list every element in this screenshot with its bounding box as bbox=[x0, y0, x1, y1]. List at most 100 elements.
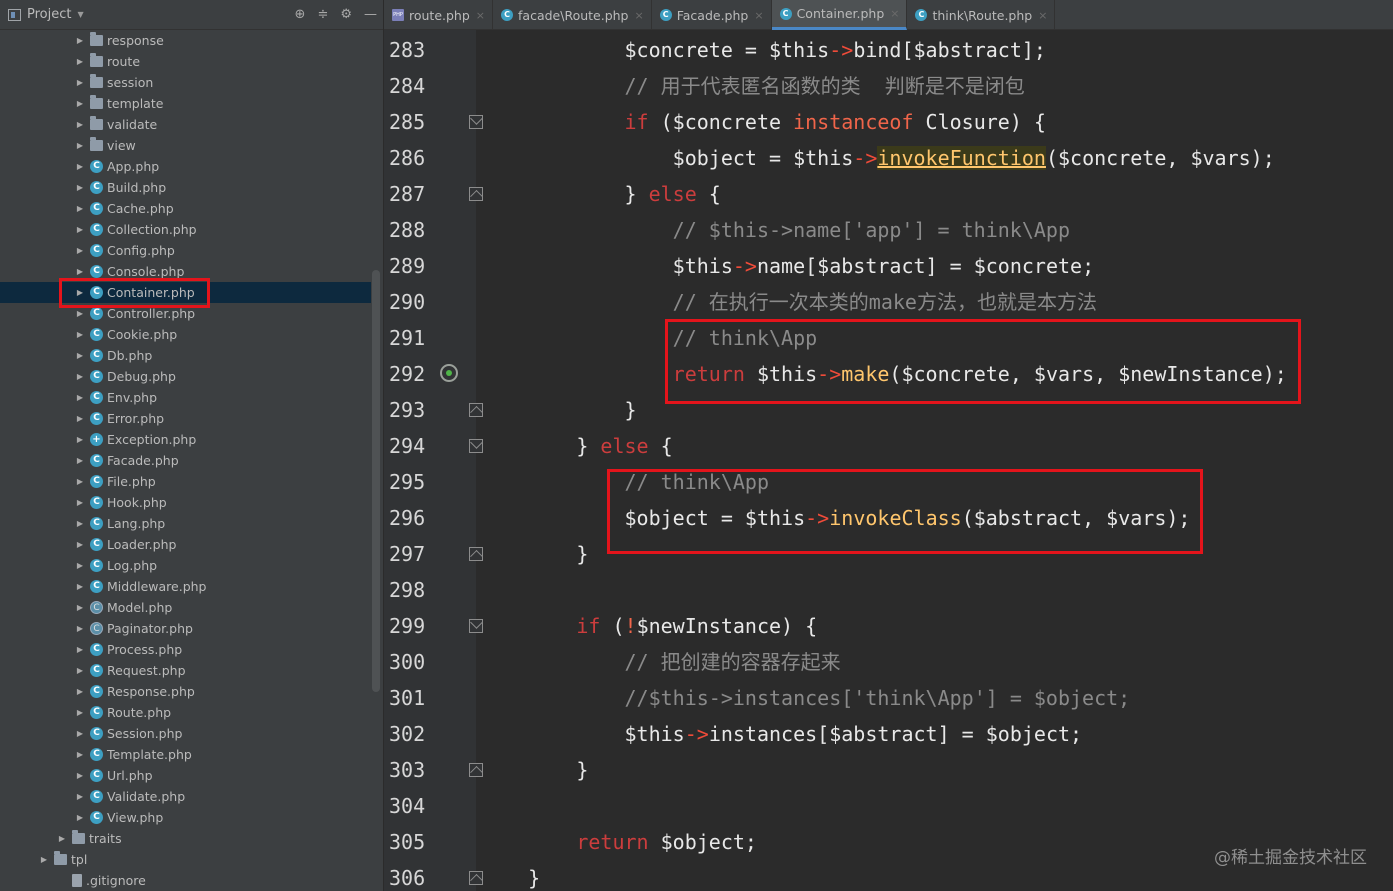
tree-item[interactable]: ▶ C Process.php bbox=[0, 639, 371, 660]
hide-panel-icon[interactable]: — bbox=[364, 7, 377, 22]
tree-item[interactable]: ▶ C Cookie.php bbox=[0, 324, 371, 345]
tree-item[interactable]: ▶ C Middleware.php bbox=[0, 576, 371, 597]
tree-item[interactable]: ▶ C Model.php bbox=[0, 597, 371, 618]
tree-item[interactable]: ▶ C Template.php bbox=[0, 744, 371, 765]
expand-arrow-icon[interactable]: ▶ bbox=[74, 687, 86, 696]
close-icon[interactable]: × bbox=[890, 7, 899, 20]
expand-arrow-icon[interactable]: ▶ bbox=[74, 372, 86, 381]
project-panel-header[interactable]: Project ▼ ⊕ ≑ ⚙ — bbox=[0, 0, 383, 30]
close-icon[interactable]: × bbox=[1038, 9, 1047, 22]
expand-arrow-icon[interactable]: ▶ bbox=[74, 603, 86, 612]
expand-arrow-icon[interactable]: ▶ bbox=[74, 36, 86, 45]
tree-item[interactable]: ▶ traits bbox=[0, 828, 371, 849]
expand-arrow-icon[interactable]: ▶ bbox=[74, 540, 86, 549]
expand-arrow-icon[interactable]: ▶ bbox=[74, 309, 86, 318]
expand-arrow-icon[interactable]: ▶ bbox=[74, 78, 86, 87]
expand-arrow-icon[interactable]: ▶ bbox=[74, 729, 86, 738]
expand-arrow-icon[interactable]: ▶ bbox=[74, 162, 86, 171]
expand-arrow-icon[interactable]: ▶ bbox=[74, 561, 86, 570]
expand-arrow-icon[interactable]: ▶ bbox=[74, 624, 86, 633]
expand-arrow-icon[interactable]: ▶ bbox=[74, 225, 86, 234]
expand-arrow-icon[interactable]: ▶ bbox=[74, 120, 86, 129]
expand-arrow-icon[interactable]: ▶ bbox=[74, 204, 86, 213]
expand-arrow-icon[interactable]: ▶ bbox=[74, 435, 86, 444]
fold-marker-icon[interactable] bbox=[469, 115, 483, 129]
close-icon[interactable]: × bbox=[754, 9, 763, 22]
fold-marker-icon[interactable] bbox=[469, 547, 483, 561]
editor-tab[interactable]: Cfacade\Route.php × bbox=[493, 0, 652, 30]
tree-item[interactable]: ▶ C Response.php bbox=[0, 681, 371, 702]
gear-icon[interactable]: ⚙ bbox=[340, 7, 352, 22]
tree-item[interactable]: ▶ C Build.php bbox=[0, 177, 371, 198]
tree-item[interactable]: ▶ session bbox=[0, 72, 371, 93]
close-icon[interactable]: × bbox=[476, 9, 485, 22]
tree-item[interactable]: ▶ C Loader.php bbox=[0, 534, 371, 555]
expand-arrow-icon[interactable]: ▶ bbox=[74, 351, 86, 360]
tree-item[interactable]: ▶ C Route.php bbox=[0, 702, 371, 723]
expand-arrow-icon[interactable]: ▶ bbox=[74, 57, 86, 66]
tree-item[interactable]: ▶ C Url.php bbox=[0, 765, 371, 786]
tree-item[interactable]: ▶ tpl bbox=[0, 849, 371, 870]
tree-item[interactable]: ▶ C Env.php bbox=[0, 387, 371, 408]
expand-arrow-icon[interactable]: ▶ bbox=[74, 750, 86, 759]
tree-item[interactable]: ▶ template bbox=[0, 93, 371, 114]
editor-tab[interactable]: C Facade.php × bbox=[652, 0, 772, 30]
expand-arrow-icon[interactable]: ▶ bbox=[74, 99, 86, 108]
tree-item[interactable]: ▶ C Facade.php bbox=[0, 450, 371, 471]
tree-item[interactable]: ▶ C Hook.php bbox=[0, 492, 371, 513]
tree-item[interactable]: ▶ C App.php bbox=[0, 156, 371, 177]
tree-item[interactable]: ▶ C Cache.php bbox=[0, 198, 371, 219]
expand-arrow-icon[interactable]: ▶ bbox=[74, 771, 86, 780]
fold-marker-icon[interactable] bbox=[469, 871, 483, 885]
expand-arrow-icon[interactable]: ▶ bbox=[74, 792, 86, 801]
close-icon[interactable]: × bbox=[635, 9, 644, 22]
tree-item[interactable]: ▶ C Validate.php bbox=[0, 786, 371, 807]
expand-arrow-icon[interactable]: ▶ bbox=[74, 456, 86, 465]
fold-marker-icon[interactable] bbox=[469, 187, 483, 201]
expand-arrow-icon[interactable]: ▶ bbox=[74, 141, 86, 150]
tree-item[interactable]: ▶ C Db.php bbox=[0, 345, 371, 366]
tree-item[interactable]: ▶ C Log.php bbox=[0, 555, 371, 576]
recursive-call-icon[interactable] bbox=[440, 364, 458, 382]
expand-arrow-icon[interactable]: ▶ bbox=[74, 813, 86, 822]
editor-tab[interactable]: Cthink\Route.php × bbox=[907, 0, 1056, 30]
chevron-down-icon[interactable]: ▼ bbox=[77, 10, 83, 19]
tree-item[interactable]: ▶ view bbox=[0, 135, 371, 156]
tree-item[interactable]: ▶ C Paginator.php bbox=[0, 618, 371, 639]
tree-item[interactable]: ▶ C Lang.php bbox=[0, 513, 371, 534]
expand-arrow-icon[interactable]: ▶ bbox=[74, 666, 86, 675]
tree-item[interactable]: ▶ response bbox=[0, 30, 371, 51]
tree-item[interactable]: ▶ C File.php bbox=[0, 471, 371, 492]
expand-arrow-icon[interactable]: ▶ bbox=[74, 498, 86, 507]
expand-arrow-icon[interactable]: ▶ bbox=[74, 519, 86, 528]
expand-arrow-icon[interactable]: ▶ bbox=[74, 330, 86, 339]
expand-arrow-icon[interactable]: ▶ bbox=[38, 855, 50, 864]
editor-tab[interactable]: C Container.php × bbox=[771, 0, 908, 30]
tree-item[interactable]: ▶ C View.php bbox=[0, 807, 371, 828]
expand-arrow-icon[interactable]: ▶ bbox=[74, 708, 86, 717]
expand-arrow-icon[interactable]: ▶ bbox=[74, 393, 86, 402]
expand-arrow-icon[interactable]: ▶ bbox=[56, 834, 68, 843]
tree-item[interactable]: ▶ validate bbox=[0, 114, 371, 135]
tree-item[interactable]: ▶ route bbox=[0, 51, 371, 72]
fold-marker-icon[interactable] bbox=[469, 439, 483, 453]
fold-marker-icon[interactable] bbox=[469, 403, 483, 417]
tree-item[interactable]: ▶ C Session.php bbox=[0, 723, 371, 744]
fold-marker-icon[interactable] bbox=[469, 619, 483, 633]
expand-arrow-icon[interactable]: ▶ bbox=[74, 582, 86, 591]
tree-item[interactable]: ▶ C Debug.php bbox=[0, 366, 371, 387]
expand-arrow-icon[interactable]: ▶ bbox=[74, 183, 86, 192]
project-tree-scrollbar[interactable] bbox=[372, 270, 380, 692]
fold-marker-icon[interactable] bbox=[469, 763, 483, 777]
expand-arrow-icon[interactable]: ▶ bbox=[74, 414, 86, 423]
tree-item[interactable]: ▶ C Config.php bbox=[0, 240, 371, 261]
locate-icon[interactable]: ⊕ bbox=[295, 7, 306, 22]
expand-arrow-icon[interactable]: ▶ bbox=[74, 645, 86, 654]
expand-arrow-icon[interactable]: ▶ bbox=[74, 246, 86, 255]
code-editor[interactable]: $concrete = $this->bind[$abstract]; // 用… bbox=[476, 30, 1393, 891]
expand-arrow-icon[interactable]: ▶ bbox=[74, 477, 86, 486]
expand-arrow-icon[interactable]: ▶ bbox=[74, 267, 86, 276]
collapse-all-icon[interactable]: ≑ bbox=[317, 7, 328, 22]
tree-item[interactable]: ▶ C Request.php bbox=[0, 660, 371, 681]
tree-item[interactable]: .gitignore bbox=[0, 870, 371, 891]
